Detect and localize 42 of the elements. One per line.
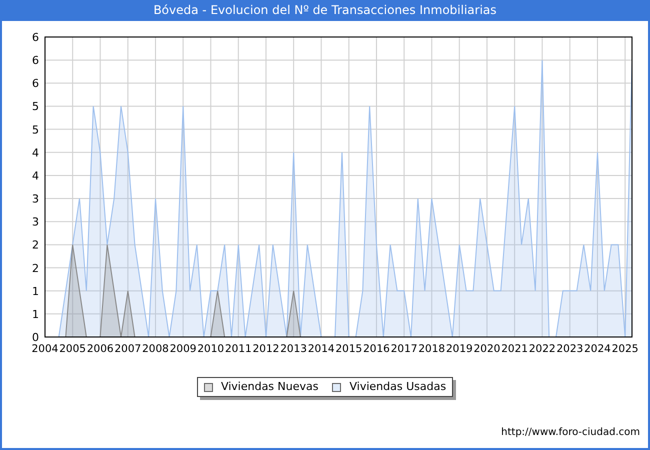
x-tick-label: 2025 <box>612 343 638 355</box>
title-bar: Bóveda - Evolucion del Nº de Transacciones Inmobiliarias <box>2 0 648 21</box>
x-tick-label: 2023 <box>556 343 584 355</box>
x-tick-label: 2024 <box>584 343 611 355</box>
legend-label: Viviendas Usadas <box>349 378 446 395</box>
x-tick-label: 2014 <box>308 343 335 355</box>
x-tick-label: 2005 <box>59 343 86 355</box>
y-tick-label: 6 <box>32 54 39 68</box>
y-tick-label: 4 <box>32 146 39 160</box>
x-tick-label: 2015 <box>336 343 362 355</box>
x-tick-label: 2016 <box>363 343 390 355</box>
x-tick-label: 2004 <box>32 343 58 355</box>
y-tick-label: 3 <box>32 192 39 206</box>
y-tick-label: 1 <box>32 308 39 321</box>
y-tick-label: 2 <box>32 262 39 275</box>
x-tick-label: 2019 <box>446 343 473 355</box>
source-url: http://www.foro-ciudad.com <box>501 426 640 440</box>
x-tick-label: 2012 <box>252 343 280 355</box>
y-tick-label: 6 <box>32 31 39 44</box>
x-tick-label: 2017 <box>390 343 418 355</box>
x-tick-label: 2007 <box>114 343 142 355</box>
x-tick-label: 2008 <box>142 343 169 355</box>
x-tick-label: 2006 <box>86 343 114 355</box>
y-tick-label: 6 <box>32 77 39 90</box>
y-tick-label: 3 <box>32 216 39 229</box>
x-tick-label: 2009 <box>170 343 196 355</box>
x-tick-label: 2021 <box>501 343 528 355</box>
x-tick-label: 2020 <box>474 343 500 355</box>
y-tick-label: 4 <box>32 169 39 182</box>
y-tick-label: 5 <box>32 100 39 114</box>
legend-swatch-icon <box>332 382 342 392</box>
x-tick-label: 2013 <box>280 343 307 355</box>
legend-swatch-icon <box>204 382 213 392</box>
y-tick-label: 1 <box>32 284 39 298</box>
y-tick-label: 0 <box>32 331 39 344</box>
x-tick-label: 2022 <box>528 343 556 355</box>
legend-label: Viviendas Nuevas <box>220 378 318 395</box>
y-tick-label: 2 <box>32 238 39 252</box>
x-tick-label: 2010 <box>197 343 224 355</box>
x-tick-label: 2011 <box>225 343 252 355</box>
y-tick-label: 5 <box>32 123 39 136</box>
x-tick-label: 2018 <box>418 343 446 355</box>
